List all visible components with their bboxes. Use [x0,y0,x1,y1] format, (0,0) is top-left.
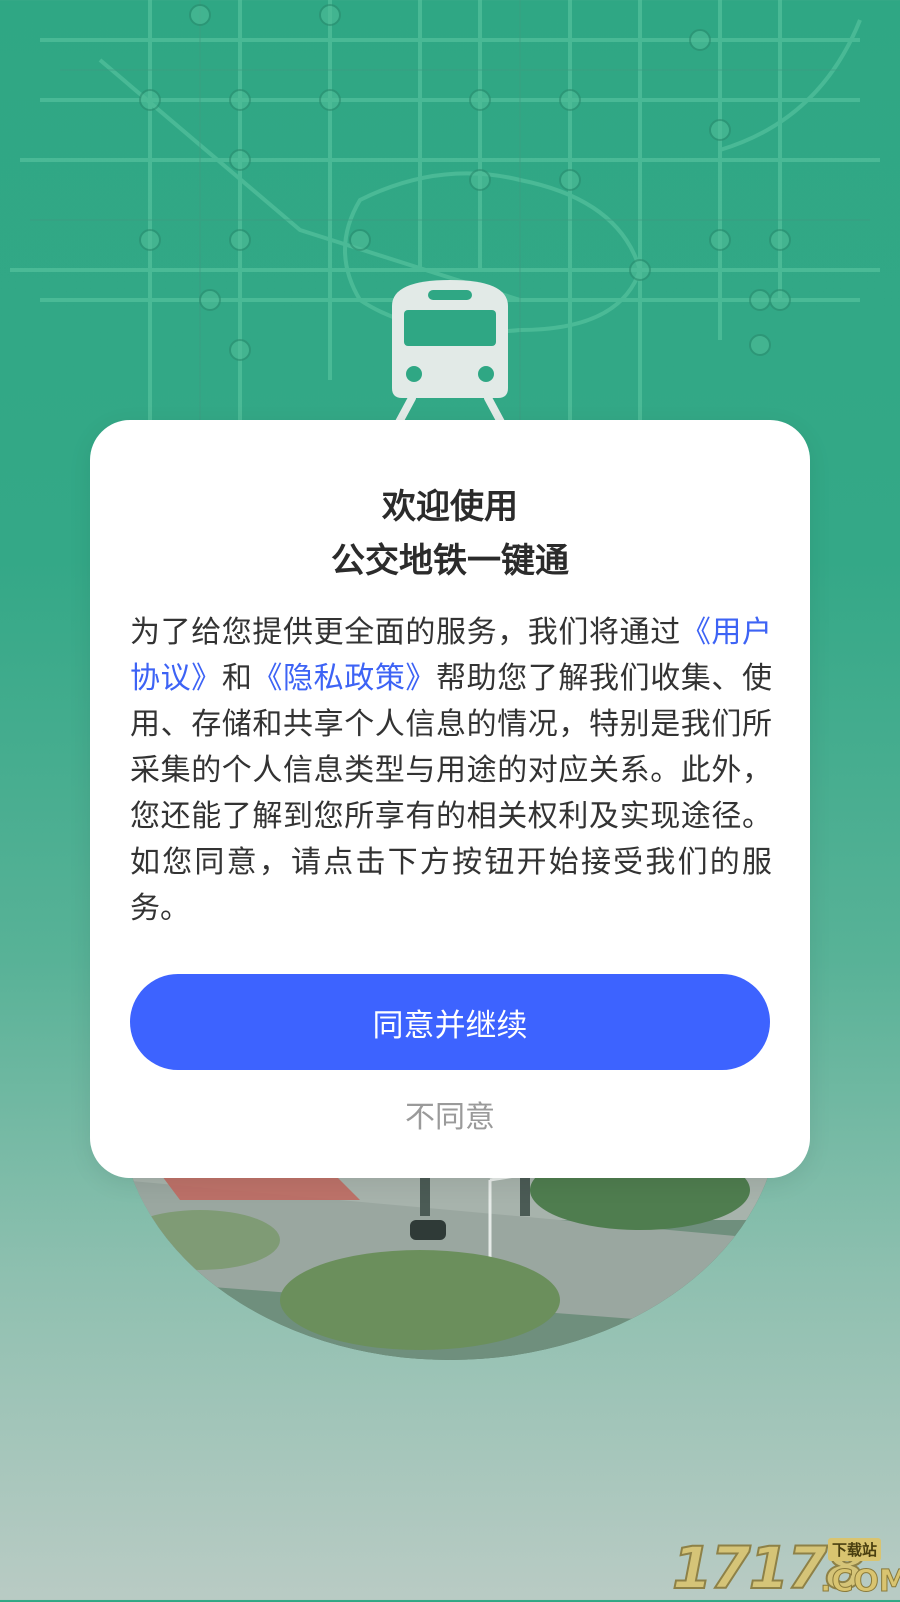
watermark-suffix: .COM [820,1564,900,1600]
body-text-part1: 为了给您提供更全面的服务，我们将通过 [130,615,681,650]
agree-and-continue-button[interactable]: 同意并继续 [130,974,770,1070]
train-icon [392,280,508,426]
site-watermark-logo: 17178 下载站 .COM [671,1533,900,1602]
dialog-title-line1: 欢迎使用 [382,487,518,527]
dialog-title-line2: 公交地铁一键通 [331,541,569,581]
body-text-part2: 和 [221,661,253,696]
watermark-tag: 下载站 [828,1538,882,1561]
privacy-policy-link[interactable]: 《隐私政策》 [252,661,436,696]
dialog-body-text: 为了给您提供更全面的服务，我们将通过《用户协议》和《隐私政策》帮助您了解我们收集… [130,610,772,932]
disagree-button[interactable]: 不同意 [350,1084,550,1144]
body-text-part3: 帮助您了解我们收集、使用、存储和共享个人信息的情况，特别是我们所采集的个人信息类… [130,661,773,926]
dialog-title: 欢迎使用 公交地铁一键通 [90,480,810,588]
privacy-consent-dialog: 欢迎使用 公交地铁一键通 为了给您提供更全面的服务，我们将通过《用户协议》和《隐… [90,420,810,1178]
